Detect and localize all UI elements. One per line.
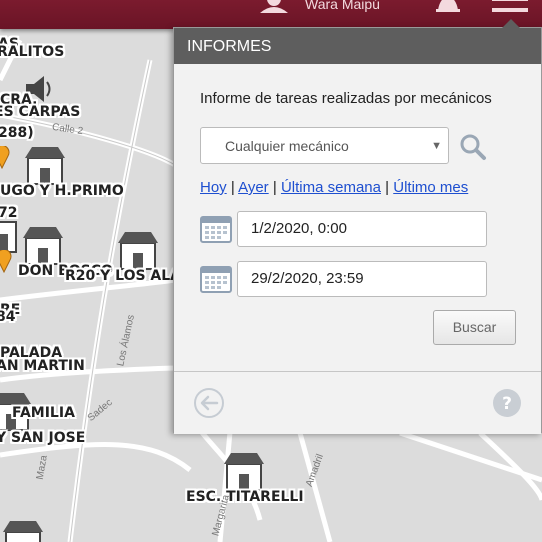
map-label: RALITOS: [0, 44, 65, 60]
store-icon[interactable]: [20, 224, 66, 268]
menu-icon[interactable]: [492, 0, 528, 19]
link-separator: |: [385, 179, 390, 196]
map-label: R20 Y LOS ALA: [65, 268, 182, 284]
user-label[interactable]: Wara Maipú: [305, 0, 380, 12]
date-to-field[interactable]: 29/2/2020, 23:59: [237, 261, 487, 297]
top-bar: Wara Maipú: [0, 0, 542, 29]
chevron-down-icon: ▼: [431, 140, 442, 152]
search-icon[interactable]: [459, 133, 487, 161]
calendar-icon[interactable]: [200, 213, 232, 243]
search-button[interactable]: Buscar: [433, 310, 516, 345]
back-arrow-icon[interactable]: [193, 387, 225, 419]
map-label: UGO Y H.PRIMO: [0, 183, 124, 199]
map-label: 288): [0, 125, 34, 141]
panel-subtitle: Informe de tareas realizadas por mecánic…: [200, 90, 492, 107]
quick-date-links: Hoy | Ayer | Última semana | Último mes: [200, 179, 468, 196]
link-yesterday[interactable]: Ayer: [238, 179, 269, 196]
user-icon[interactable]: [258, 0, 290, 15]
pin-icon[interactable]: [0, 146, 10, 170]
panel-caret: [502, 19, 520, 28]
link-separator: |: [230, 179, 235, 196]
link-separator: |: [272, 179, 277, 196]
calendar-icon[interactable]: [200, 263, 232, 293]
store-icon[interactable]: [115, 229, 161, 273]
link-last-month[interactable]: Último mes: [393, 179, 468, 196]
panel-header: INFORMES: [174, 28, 541, 64]
store-icon[interactable]: [0, 518, 46, 542]
store-icon[interactable]: [221, 450, 267, 494]
store-icon[interactable]: [22, 144, 68, 188]
link-today[interactable]: Hoy: [200, 179, 227, 196]
map-label: ESC. TITARELLI: [186, 489, 304, 505]
map-label: FAMILIA: [12, 405, 75, 421]
help-icon[interactable]: ?: [492, 388, 522, 418]
map-label: Y SAN JOSE: [0, 430, 86, 446]
map-label: ES CARPAS: [0, 104, 81, 120]
map-label: AN MARTIN: [0, 358, 85, 374]
mechanic-select[interactable]: Cualquier mecánico ▼: [200, 127, 449, 164]
date-from-field[interactable]: 1/2/2020, 0:00: [237, 211, 487, 247]
link-last-week[interactable]: Última semana: [281, 179, 381, 196]
bell-icon[interactable]: [434, 0, 462, 16]
mechanic-select-value: Cualquier mecánico: [225, 138, 349, 154]
panel-footer: ?: [174, 371, 541, 434]
reports-panel: INFORMES Informe de tareas realizadas po…: [173, 19, 542, 434]
map-label: 72: [0, 205, 18, 221]
map-label: 84: [0, 309, 16, 325]
pin-icon[interactable]: [0, 250, 12, 274]
svg-text:?: ?: [502, 394, 512, 414]
